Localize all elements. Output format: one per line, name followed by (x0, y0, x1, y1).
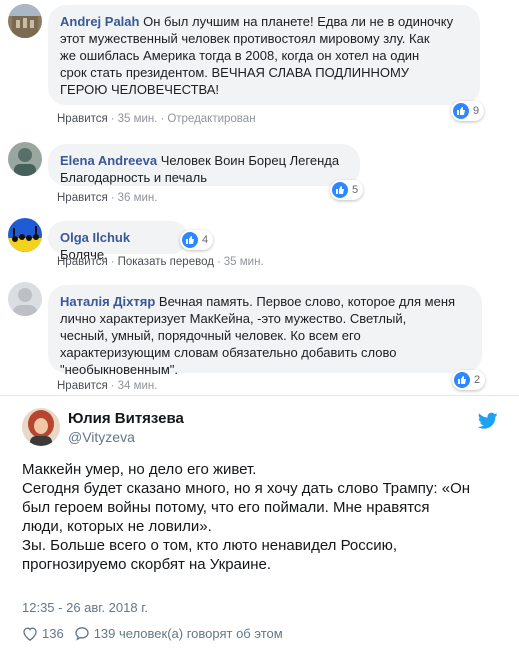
like-count: 136 (42, 626, 64, 641)
like-button[interactable]: Нравится (57, 380, 108, 392)
comment-actions: Нравится · 35 мин. · Отредактирован (57, 113, 256, 125)
show-translation-link[interactable]: Показать перевод (118, 256, 214, 268)
avatar[interactable] (8, 218, 42, 252)
tweet-text-line: прогнозируемо скорбят на Украине. (22, 556, 272, 573)
comment-text-line: ГЕРОЮ ЧЕЛОВЕЧЕСТВА! (60, 82, 220, 97)
like-button[interactable]: Нравится (57, 256, 108, 268)
comment-text-line: Человек Воин Борец Легенда (160, 153, 340, 168)
speech-bubble-icon (75, 627, 89, 641)
edited-label: Отредактирован (167, 113, 256, 125)
comment-time[interactable]: 34 мин. (118, 380, 158, 392)
comment-text-line: характеризующим словам обязательно добав… (60, 345, 397, 360)
tweet-actions: 136 139 человек(а) говорят об этом (22, 626, 293, 641)
comment-text-line: этот мужественный человек противостоял м… (60, 31, 430, 46)
avatar[interactable] (8, 142, 42, 176)
comment-actions: Нравится · Показать перевод · 35 мин. (57, 256, 264, 268)
comment-bubble: Наталія Діхтяр Вечная память. Первое сло… (48, 285, 482, 377)
talking-about-action[interactable]: 139 человек(а) говорят об этом (74, 626, 283, 641)
reaction-count[interactable]: 4 (180, 230, 214, 250)
talking-about-text: 139 человек(а) говорят об этом (93, 626, 283, 641)
comment-time[interactable]: 35 мин. (118, 113, 158, 125)
tweet-text: Маккейн умер, но дело его живет. Сегодня… (22, 460, 512, 574)
tweet-text-line: Зы. Больше всего о том, кто люто ненавид… (22, 537, 398, 554)
reaction-count[interactable]: 5 (330, 180, 364, 200)
reaction-count-value: 5 (352, 184, 359, 196)
comment-text-line: Благодарность и печаль (60, 170, 207, 185)
reaction-count-value: 4 (202, 234, 209, 246)
comment-author[interactable]: Andrej Palah (60, 14, 139, 29)
comment-bubble: Elena Andreeva Человек Воин Борец Легенд… (48, 144, 360, 186)
reaction-count-value: 9 (473, 105, 480, 117)
reaction-count-value: 2 (474, 374, 481, 386)
tweet-text-line: Маккейн умер, но дело его живет. (22, 461, 257, 478)
like-icon (454, 372, 470, 388)
comment-text-line: срок стать президентом. ВЕЧНАЯ СЛАВА ПОД… (60, 65, 410, 80)
tweet-avatar[interactable] (22, 408, 60, 446)
comment-author[interactable]: Olga Ilchuk (60, 230, 130, 245)
facebook-comments: Andrej Palah Он был лучшим на планете! Е… (0, 0, 519, 394)
reaction-count[interactable]: 2 (452, 370, 486, 390)
comment-author[interactable]: Наталія Діхтяр (60, 294, 155, 309)
tweet-text-line: был героем войны потому, что его поймали… (22, 499, 430, 516)
tweet-text-line: Сегодня будет сказано много, но я хочу д… (22, 480, 471, 497)
like-icon (182, 232, 198, 248)
comment-bubble: Andrej Palah Он был лучшим на планете! Е… (48, 5, 480, 105)
like-icon (453, 103, 469, 119)
reaction-count[interactable]: 9 (451, 101, 485, 121)
comment-time[interactable]: 36 мин. (118, 192, 158, 204)
comment-text-line: лично характеризует МакКейна, -это мужес… (60, 311, 407, 326)
comment-text-line: чесный, умный, порядочный человек. Ко вс… (60, 328, 361, 343)
tweet-author-handle[interactable]: @Vityzeva (68, 429, 135, 445)
avatar[interactable] (8, 4, 42, 38)
comment-text-line: Он был лучшим на планете! Едва ли не в о… (143, 14, 454, 29)
comment-author[interactable]: Elena Andreeva (60, 153, 157, 168)
tweet-text-line: люди, которых не ловили». (22, 518, 212, 535)
tweet-timestamp[interactable]: 12:35 - 26 авг. 2018 г. (22, 600, 148, 615)
avatar[interactable] (8, 282, 42, 316)
tweet-author-name[interactable]: Юлия Витязева (68, 410, 184, 427)
comment-bubble: Olga Ilchuk Боляче. (48, 221, 188, 262)
comment-text-line: же ошиблась Америка тогда в 2008, когда … (60, 48, 420, 63)
comment-text-line: Вечная память. Первое слово, которое для… (158, 294, 456, 309)
tweet-card: Юлия Витязева @Vityzeva Маккейн умер, но… (0, 395, 519, 655)
twitter-bird-icon[interactable] (477, 412, 498, 430)
heart-icon (23, 627, 37, 641)
comment-actions: Нравится · 34 мин. (57, 380, 158, 392)
like-icon (332, 182, 348, 198)
comment-actions: Нравится · 36 мин. (57, 192, 158, 204)
like-button[interactable]: Нравится (57, 113, 108, 125)
comment-text-line: "необыкновенным". (60, 362, 178, 377)
comment-time[interactable]: 35 мин. (224, 256, 264, 268)
like-action[interactable]: 136 (22, 626, 64, 641)
like-button[interactable]: Нравится (57, 192, 108, 204)
